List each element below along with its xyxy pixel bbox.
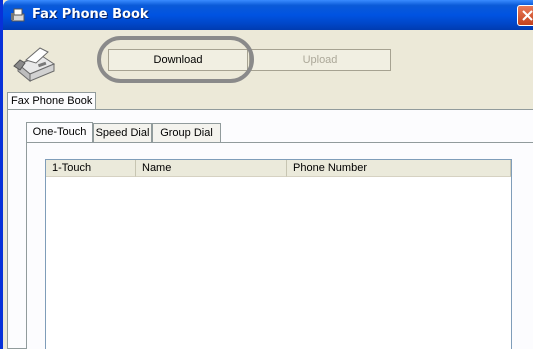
tab-group-dial[interactable]: Group Dial (152, 123, 221, 142)
fax-machine-icon (12, 44, 56, 84)
list-header: 1-Touch Name Phone Number (46, 160, 511, 177)
tab-one-touch[interactable]: One-Touch (26, 122, 93, 143)
column-header-name[interactable]: Name (136, 160, 287, 177)
column-header-phone-number[interactable]: Phone Number (287, 160, 511, 177)
upload-button[interactable]: Upload (249, 49, 391, 71)
one-touch-list[interactable]: 1-Touch Name Phone Number (45, 159, 512, 349)
tab-speed-dial[interactable]: Speed Dial (93, 123, 152, 142)
title-bar[interactable]: Fax Phone Book (3, 0, 533, 30)
window-title: Fax Phone Book (32, 7, 149, 22)
close-button[interactable] (517, 5, 533, 26)
column-header-1-touch[interactable]: 1-Touch (46, 160, 136, 177)
fax-machine-icon (10, 7, 26, 23)
close-icon (522, 10, 533, 21)
tab-fax-phone-book[interactable]: Fax Phone Book (7, 92, 97, 110)
highlight-ring (97, 36, 254, 83)
fax-phone-book-window: Fax Phone Book Download Upload Fax Phone… (0, 0, 533, 349)
